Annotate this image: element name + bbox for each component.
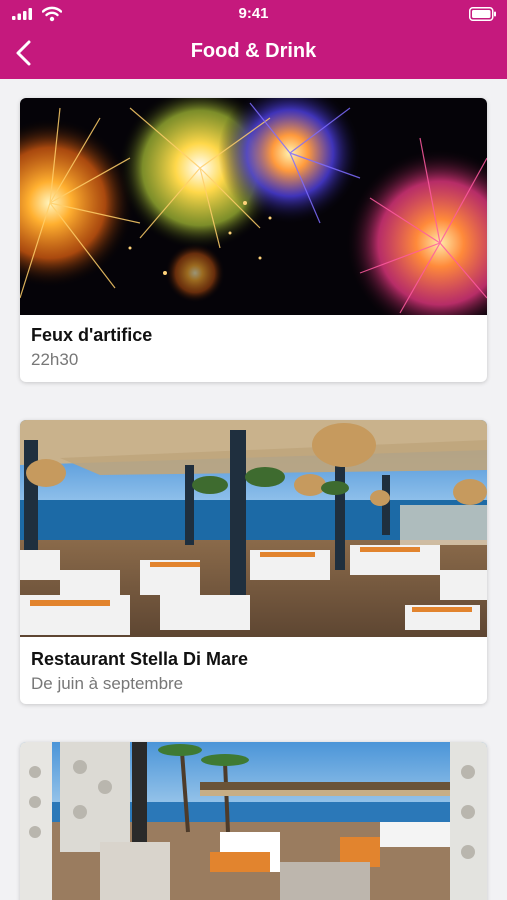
event-card-terrace[interactable]	[20, 742, 487, 900]
card-subtitle: 22h30	[31, 350, 79, 369]
card-image	[20, 420, 487, 637]
status-time: 9:41	[238, 5, 269, 22]
page-title: Food & Drink	[190, 40, 317, 62]
card-image	[20, 98, 487, 315]
event-card-restaurant[interactable]: Restaurant Stella Di Mare De juin à sept…	[20, 420, 487, 704]
card-title: Restaurant Stella Di Mare	[31, 649, 249, 669]
card-subtitle: De juin à septembre	[31, 674, 184, 693]
app-header: 9:41 Food & Drink	[0, 0, 507, 79]
battery-icon	[469, 7, 496, 21]
card-image	[20, 742, 487, 900]
event-card-fireworks[interactable]: Feux d'artifice 22h30	[20, 98, 487, 382]
status-bar: 9:41	[0, 0, 507, 28]
card-title: Feux d'artifice	[31, 325, 153, 345]
